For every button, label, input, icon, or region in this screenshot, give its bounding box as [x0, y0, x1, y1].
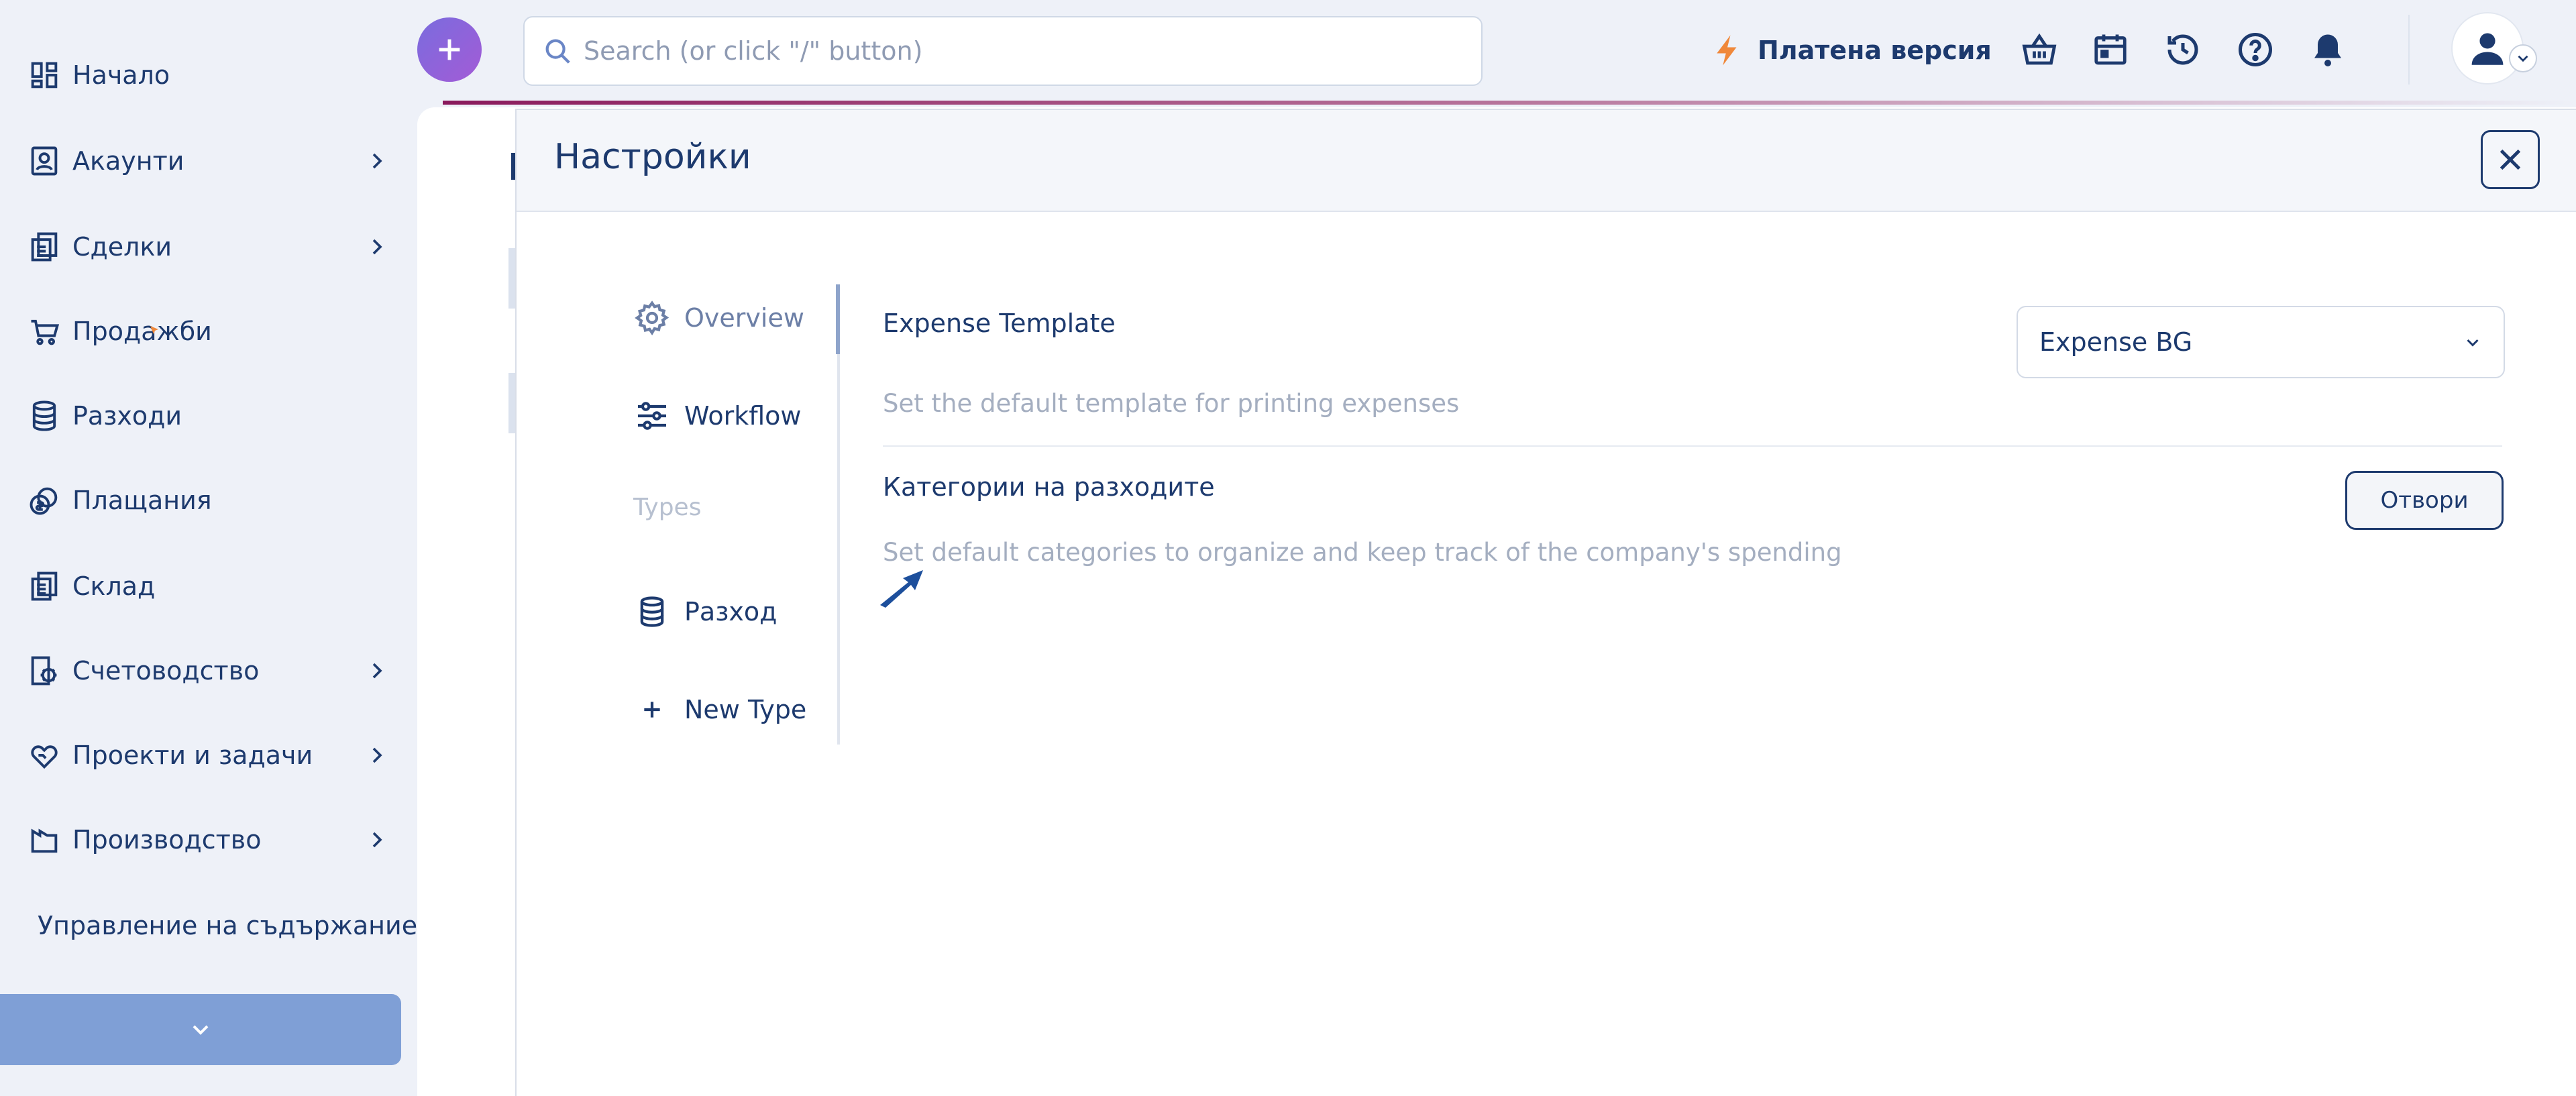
sidebar-item-label: Плащания — [72, 486, 212, 515]
plus-icon — [644, 702, 660, 718]
tab-workflow[interactable]: Workflow — [633, 397, 802, 435]
sidebar-item-label: Начало — [72, 60, 170, 90]
sidebar-item-accounts[interactable]: Акаунти — [27, 134, 402, 188]
sidebar-item-payments[interactable]: Плащания — [27, 474, 402, 527]
coins-icon — [30, 487, 58, 515]
mouse-cursor-icon — [880, 570, 923, 608]
sliders-icon — [638, 402, 666, 430]
sidebar: Начало Акаунти Сделки Продажби Разходи П… — [0, 0, 417, 1096]
accent-divider — [443, 101, 2576, 105]
setting-title-expense-template: Expense Template — [883, 309, 1116, 338]
sidebar-item-production[interactable]: Производство — [27, 813, 402, 867]
clipboard-icon — [31, 571, 58, 601]
setting-description-expense-categories: Set default categories to organize and k… — [883, 538, 1842, 567]
chevron-right-icon — [372, 153, 382, 169]
gear-icon — [635, 300, 669, 336]
setting-title-expense-categories: Категории на разходите — [883, 472, 1215, 502]
chevron-down-icon — [2518, 55, 2528, 62]
sidebar-item-label: Разходи — [72, 401, 182, 431]
add-new-button[interactable] — [417, 17, 482, 82]
setting-description-expense-template: Set the default template for printing ex… — [883, 389, 1460, 418]
tab-overview[interactable]: Overview — [633, 299, 804, 337]
sidebar-item-accounting[interactable]: Счетоводство — [27, 644, 402, 698]
factory-icon — [31, 828, 58, 853]
settings-modal: Настройки Overview Workflow Types Разход… — [515, 109, 2576, 1096]
tab-label: Workflow — [684, 401, 802, 431]
dashboard-icon — [31, 62, 58, 89]
bell-icon[interactable] — [2308, 30, 2348, 70]
basket-icon[interactable] — [2019, 30, 2059, 70]
documents-icon — [31, 232, 58, 262]
types-heading: Types — [633, 494, 702, 521]
search-bar[interactable] — [523, 16, 1483, 86]
chevron-right-icon — [372, 239, 382, 255]
sidebar-item-label: Сделки — [72, 232, 172, 262]
sidebar-item-content[interactable]: Управление на съдържание — [27, 899, 417, 952]
sidebar-item-label: Счетоводство — [72, 656, 260, 686]
sidebar-item-label: Производство — [72, 825, 262, 855]
sidebar-item-warehouse[interactable]: Склад — [27, 559, 402, 613]
chevron-right-icon — [372, 832, 382, 848]
close-button[interactable] — [2481, 130, 2540, 189]
heart-hands-icon — [31, 745, 58, 769]
sidebar-item-label: Склад — [72, 571, 156, 601]
modal-header: Настройки — [517, 110, 2576, 212]
select-value: Expense BG — [2039, 327, 2193, 357]
database-icon — [640, 596, 664, 627]
user-menu-toggle[interactable] — [2509, 44, 2537, 72]
lightning-icon — [1717, 35, 1737, 66]
new-type-button[interactable]: New Type — [633, 691, 806, 728]
sidebar-expand-button[interactable] — [0, 994, 401, 1065]
history-icon[interactable] — [2163, 30, 2203, 70]
cart-icon — [31, 319, 60, 345]
type-item-label: Разход — [684, 597, 777, 626]
user-icon — [2471, 33, 2504, 65]
chevron-right-icon — [372, 747, 382, 763]
sidebar-item-expenses[interactable]: Разходи — [27, 389, 402, 443]
expense-template-select[interactable]: Expense BG — [2017, 306, 2505, 378]
sidebar-item-label: Управление на съдържание — [38, 911, 417, 940]
settings-divider — [883, 445, 2502, 447]
type-item-label: New Type — [684, 695, 807, 724]
sidebar-item-label: Продажби — [72, 317, 212, 346]
sidebar-item-projects[interactable]: Проекти и задачи — [27, 728, 402, 782]
paid-plan-link[interactable]: Платена версия — [1709, 30, 1992, 71]
type-item-expense[interactable]: Разход — [633, 593, 777, 631]
database-icon — [32, 400, 56, 431]
active-tab-indicator — [836, 284, 840, 354]
search-input[interactable] — [582, 36, 1457, 66]
open-categories-button[interactable]: Отвори — [2345, 471, 2504, 530]
search-icon — [545, 39, 570, 64]
modal-title: Настройки — [554, 137, 751, 177]
topbar-divider — [2408, 15, 2410, 85]
pointer-dot-icon — [150, 326, 158, 334]
chevron-down-icon — [2467, 339, 2479, 347]
sidebar-item-label: Акаунти — [72, 146, 184, 176]
contact-card-icon — [31, 146, 58, 176]
chevron-down-icon — [193, 1025, 209, 1035]
help-icon[interactable] — [2235, 30, 2275, 70]
accounting-gear-icon — [31, 656, 57, 686]
close-icon — [2500, 149, 2521, 170]
calendar-icon[interactable] — [2090, 30, 2131, 70]
sidebar-item-label: Проекти и задачи — [72, 741, 313, 770]
sidebar-item-deals[interactable]: Сделки — [27, 220, 402, 274]
paid-plan-label: Платена версия — [1758, 36, 1992, 65]
plus-icon — [439, 39, 460, 60]
tab-label: Overview — [684, 303, 804, 333]
sidebar-item-sales[interactable]: Продажби — [27, 305, 402, 358]
chevron-right-icon — [372, 663, 382, 679]
sidebar-item-home[interactable]: Начало — [27, 48, 402, 102]
